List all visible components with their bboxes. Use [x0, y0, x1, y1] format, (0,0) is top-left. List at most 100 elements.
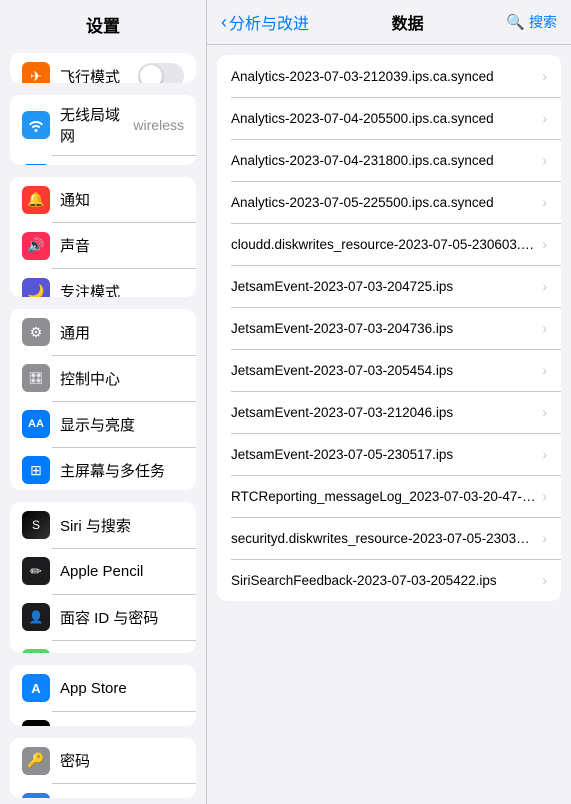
list-item[interactable]: JetsamEvent-2023-07-05-230517.ips ›: [217, 433, 561, 475]
sidebar-label-homescreen: 主屏幕与多任务: [60, 460, 184, 481]
sidebar-item-appstore[interactable]: A App Store: [10, 665, 196, 711]
list-item[interactable]: JetsamEvent-2023-07-03-204736.ips ›: [217, 307, 561, 349]
appstore-icon: A: [22, 674, 50, 702]
sidebar: 设置 ✈ 飞行模式 无线局域网 wireless 📶 蓝牙 打开 🔔 通知: [0, 0, 207, 804]
sidebar-label-appstore: App Store: [60, 680, 184, 697]
list-chevron-icon: ›: [542, 152, 547, 168]
sidebar-item-general[interactable]: ⚙ 通用: [10, 309, 196, 355]
sidebar-item-control[interactable]: 🎛 控制中心: [10, 355, 196, 401]
wifi-value: wireless: [133, 117, 184, 133]
sidebar-group-6: A App Store W 钱包与 Apple Pay: [10, 665, 196, 725]
list-item[interactable]: Analytics-2023-07-04-205500.ips.ca.synce…: [217, 97, 561, 139]
siri-icon: S: [22, 511, 50, 539]
battery-icon: 🔋: [22, 649, 50, 653]
sidebar-group-3: 🔔 通知 🔊 声音 🌙 专注模式 ⏱ 屏幕使用时间: [10, 177, 196, 298]
sidebar-item-battery[interactable]: 🔋 电池: [10, 640, 196, 653]
list-item[interactable]: securityd.diskwrites_resource-2023-07-05…: [217, 517, 561, 559]
sidebar-label-applepencil: Apple Pencil: [60, 563, 184, 580]
back-button[interactable]: ‹ 分析与改进: [221, 10, 309, 34]
sidebar-item-airplane[interactable]: ✈ 飞行模式: [10, 53, 196, 83]
list-item-text: securityd.diskwrites_resource-2023-07-05…: [231, 531, 536, 546]
panel-title: 数据: [317, 10, 498, 34]
list-item-text: Analytics-2023-07-04-205500.ips.ca.synce…: [231, 111, 536, 126]
sidebar-item-notification[interactable]: 🔔 通知: [10, 177, 196, 223]
homescreen-icon: ⊞: [22, 456, 50, 484]
sidebar-label-notification: 通知: [60, 189, 184, 210]
sidebar-label-sound: 声音: [60, 235, 184, 256]
list-item-text: JetsamEvent-2023-07-03-205454.ips: [231, 363, 536, 378]
sidebar-item-password[interactable]: 🔑 密码: [10, 738, 196, 784]
list-item[interactable]: JetsamEvent-2023-07-03-212046.ips ›: [217, 391, 561, 433]
wifi-icon: [22, 111, 50, 139]
list-item-text: JetsamEvent-2023-07-03-212046.ips: [231, 405, 536, 420]
sidebar-label-general: 通用: [60, 322, 184, 343]
list-chevron-icon: ›: [542, 404, 547, 420]
sidebar-item-focus[interactable]: 🌙 专注模式: [10, 269, 196, 298]
list-chevron-icon: ›: [542, 320, 547, 336]
sidebar-label-faceid: 面容 ID 与密码: [60, 607, 184, 628]
list-item-text: JetsamEvent-2023-07-05-230517.ips: [231, 447, 536, 462]
sidebar-item-homescreen[interactable]: ⊞ 主屏幕与多任务: [10, 447, 196, 490]
list-chevron-icon: ›: [542, 236, 547, 252]
list-chevron-icon: ›: [542, 488, 547, 504]
display-icon: AA: [22, 410, 50, 438]
faceid-icon: 👤: [22, 603, 50, 631]
sidebar-group-2: 无线局域网 wireless 📶 蓝牙 打开: [10, 95, 196, 165]
sidebar-label-wifi: 无线局域网: [60, 104, 133, 146]
data-list-group: Analytics-2023-07-03-212039.ips.ca.synce…: [217, 55, 561, 601]
list-item-text: JetsamEvent-2023-07-03-204736.ips: [231, 321, 536, 336]
sidebar-item-sound[interactable]: 🔊 声音: [10, 223, 196, 269]
list-chevron-icon: ›: [542, 362, 547, 378]
list-chevron-icon: ›: [542, 446, 547, 462]
control-icon: 🎛: [22, 364, 50, 392]
applepencil-icon: ✏: [22, 557, 50, 585]
sidebar-label-focus: 专注模式: [60, 281, 184, 297]
sidebar-item-wallet[interactable]: W 钱包与 Apple Pay: [10, 711, 196, 725]
wallet-icon: W: [22, 720, 50, 725]
sidebar-group-1: ✈ 飞行模式: [10, 53, 196, 83]
focus-icon: 🌙: [22, 278, 50, 298]
list-item[interactable]: Analytics-2023-07-03-212039.ips.ca.synce…: [217, 55, 561, 97]
password-icon: 🔑: [22, 747, 50, 775]
list-item[interactable]: JetsamEvent-2023-07-03-205454.ips ›: [217, 349, 561, 391]
right-panel: ‹ 分析与改进 数据 🔍 搜索 Analytics-2023-07-03-212…: [207, 0, 571, 804]
mail-icon: ✉: [22, 793, 50, 798]
list-chevron-icon: ›: [542, 68, 547, 84]
list-chevron-icon: ›: [542, 110, 547, 126]
list-item[interactable]: cloudd.diskwrites_resource-2023-07-05-23…: [217, 223, 561, 265]
search-icon: 🔍: [506, 13, 525, 31]
sidebar-label-siri: Siri 与搜索: [60, 515, 184, 536]
airplane-icon: ✈: [22, 62, 50, 83]
list-item[interactable]: Analytics-2023-07-04-231800.ips.ca.synce…: [217, 139, 561, 181]
sidebar-title: 设置: [0, 0, 206, 47]
list-item[interactable]: JetsamEvent-2023-07-03-204725.ips ›: [217, 265, 561, 307]
list-chevron-icon: ›: [542, 278, 547, 294]
sidebar-label-mail: 邮件: [60, 796, 184, 798]
sidebar-item-mail[interactable]: ✉ 邮件: [10, 784, 196, 798]
sidebar-group-4: ⚙ 通用 🎛 控制中心 AA 显示与亮度 ⊞ 主屏幕与多任务 ♿ 辅助功能 🖼 …: [10, 309, 196, 490]
sidebar-label-password: 密码: [60, 750, 184, 771]
general-icon: ⚙: [22, 318, 50, 346]
airplane-toggle[interactable]: [138, 63, 184, 83]
sidebar-label-wallet: 钱包与 Apple Pay: [60, 724, 184, 726]
list-item-text: SiriSearchFeedback-2023-07-03-205422.ips: [231, 573, 536, 588]
sidebar-label-display: 显示与亮度: [60, 414, 184, 435]
sidebar-item-siri[interactable]: S Siri 与搜索: [10, 502, 196, 548]
sidebar-item-bluetooth[interactable]: 📶 蓝牙 打开: [10, 155, 196, 165]
search-button[interactable]: 🔍 搜索: [506, 12, 557, 32]
list-item-text: Analytics-2023-07-05-225500.ips.ca.synce…: [231, 195, 536, 210]
list-item[interactable]: Analytics-2023-07-05-225500.ips.ca.synce…: [217, 181, 561, 223]
list-item-text: RTCReporting_messageLog_2023-07-03-20-47…: [231, 489, 536, 504]
sound-icon: 🔊: [22, 232, 50, 260]
list-item-text: Analytics-2023-07-03-212039.ips.ca.synce…: [231, 69, 536, 84]
sidebar-group-5: S Siri 与搜索 ✏ Apple Pencil 👤 面容 ID 与密码 🔋 …: [10, 502, 196, 653]
sidebar-item-wifi[interactable]: 无线局域网 wireless: [10, 95, 196, 155]
sidebar-label-airplane: 飞行模式: [60, 66, 138, 84]
sidebar-item-faceid[interactable]: 👤 面容 ID 与密码: [10, 594, 196, 640]
sidebar-item-display[interactable]: AA 显示与亮度: [10, 401, 196, 447]
list-item-text: Analytics-2023-07-04-231800.ips.ca.synce…: [231, 153, 536, 168]
list-item[interactable]: RTCReporting_messageLog_2023-07-03-20-47…: [217, 475, 561, 517]
sidebar-item-applepencil[interactable]: ✏ Apple Pencil: [10, 548, 196, 594]
list-item[interactable]: SiriSearchFeedback-2023-07-03-205422.ips…: [217, 559, 561, 601]
right-header: ‹ 分析与改进 数据 🔍 搜索: [207, 0, 571, 45]
